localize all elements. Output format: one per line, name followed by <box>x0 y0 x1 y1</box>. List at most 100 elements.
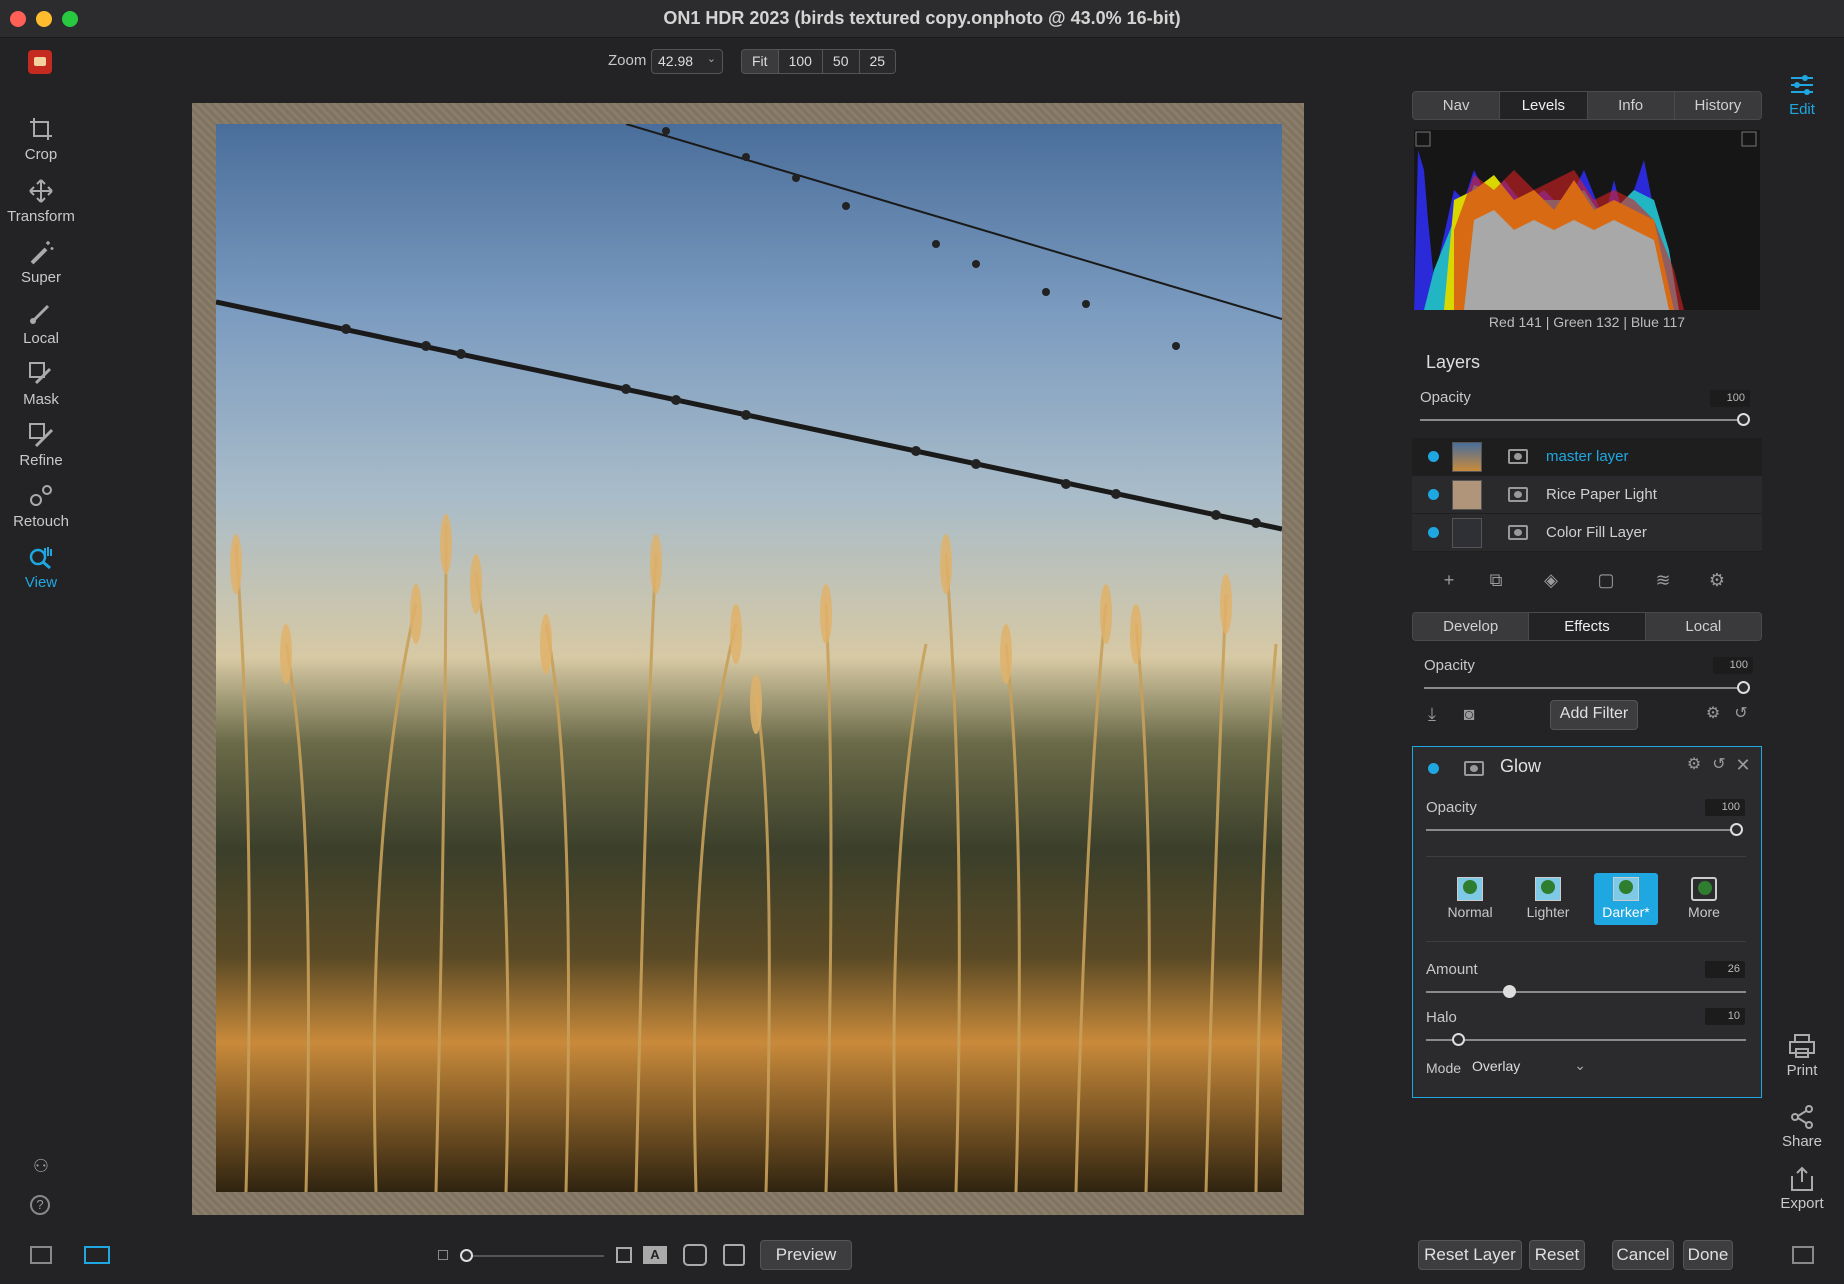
toggle-left-panel-icon[interactable] <box>30 1246 52 1264</box>
overlay-text-icon[interactable]: A <box>643 1246 667 1264</box>
zoom-50-button[interactable]: 50 <box>822 50 860 73</box>
layer-mask-icon[interactable] <box>1508 487 1528 502</box>
user-icon[interactable]: ⚇ <box>30 1155 52 1177</box>
visibility-dot-icon[interactable] <box>1428 527 1439 538</box>
tool-super[interactable]: Super <box>0 239 82 286</box>
tool-crop-label: Crop <box>24 146 58 163</box>
image-canvas[interactable] <box>192 103 1304 1215</box>
duplicate-layer-icon[interactable]: ⧉ <box>1485 569 1507 591</box>
glow-halo-slider[interactable] <box>1426 1039 1746 1041</box>
print-button[interactable]: Print <box>1772 1033 1832 1079</box>
layer-name: Color Fill Layer <box>1546 524 1647 541</box>
glow-amount-slider[interactable] <box>1426 991 1746 993</box>
glow-mask-icon[interactable] <box>1464 761 1484 776</box>
zoom-100-button[interactable]: 100 <box>778 50 823 73</box>
tree-thumbnail-icon <box>1457 877 1483 901</box>
blend-lighter-button[interactable]: Lighter <box>1516 873 1580 925</box>
glow-opacity-thumb[interactable] <box>1730 823 1743 836</box>
share-button[interactable]: Share <box>1772 1104 1832 1150</box>
tool-transform[interactable]: Transform <box>0 178 82 225</box>
add-layer-icon[interactable]: + <box>1438 569 1460 591</box>
glow-mode-select[interactable]: Overlay ⌄ <box>1472 1057 1592 1078</box>
glow-visibility-dot-icon[interactable] <box>1428 763 1439 774</box>
visibility-dot-icon[interactable] <box>1428 489 1439 500</box>
layer-row-rice-paper[interactable]: Rice Paper Light <box>1412 476 1762 514</box>
large-thumbnail-icon[interactable] <box>616 1247 632 1263</box>
layer-thumbnail <box>1452 480 1482 510</box>
blend-more-button[interactable]: More <box>1672 873 1736 925</box>
tab-history[interactable]: History <box>1675 92 1761 119</box>
zoom-25-button[interactable]: 25 <box>859 50 896 73</box>
brush-size-thumb[interactable] <box>460 1249 473 1262</box>
glow-opacity-slider[interactable] <box>1426 829 1736 831</box>
tab-local[interactable]: Local <box>1646 613 1761 640</box>
layers-opacity-value[interactable]: 100 <box>1710 390 1750 407</box>
done-button[interactable]: Done <box>1683 1240 1733 1270</box>
tool-view[interactable]: View <box>0 544 82 591</box>
tool-mask[interactable]: Mask <box>0 361 82 408</box>
compare-icon[interactable] <box>723 1244 745 1266</box>
tool-refine[interactable]: Refine <box>0 422 82 469</box>
mask-view-icon[interactable] <box>683 1244 707 1266</box>
visibility-dot-icon[interactable] <box>1428 451 1439 462</box>
new-document-icon[interactable]: ▢ <box>1595 569 1617 591</box>
tool-retouch[interactable]: Retouch <box>0 483 82 530</box>
tab-effects[interactable]: Effects <box>1529 613 1646 640</box>
layer-mask-icon[interactable] <box>1508 525 1528 540</box>
tab-levels[interactable]: Levels <box>1500 92 1588 119</box>
toggle-right-panel-icon[interactable] <box>1792 1246 1814 1264</box>
blend-normal-button[interactable]: Normal <box>1438 873 1502 925</box>
layers-opacity-thumb[interactable] <box>1737 413 1750 426</box>
merge-layers-icon[interactable]: ≋ <box>1652 569 1674 591</box>
add-filter-button[interactable]: Add Filter <box>1550 700 1638 730</box>
printer-icon <box>1789 1034 1815 1058</box>
effects-gear-icon[interactable]: ⚙ <box>1702 703 1724 725</box>
help-icon[interactable]: ? <box>30 1195 50 1215</box>
zoom-select[interactable]: 42.98 ⌄ <box>651 49 723 74</box>
tool-local-label: Local <box>23 330 59 347</box>
brush-size-slider[interactable] <box>466 1255 604 1257</box>
edit-mode-button[interactable]: Edit <box>1772 72 1832 118</box>
glow-amount-value[interactable]: 26 <box>1705 961 1745 978</box>
glow-title: Glow <box>1500 756 1542 776</box>
reset-layer-button[interactable]: Reset Layer <box>1418 1240 1522 1270</box>
photo[interactable] <box>216 124 1282 1192</box>
effects-opacity-value[interactable]: 100 <box>1713 657 1753 674</box>
mask-icon[interactable]: ◙ <box>1458 703 1480 725</box>
layer-row-master[interactable]: master layer <box>1412 438 1762 476</box>
layer-mask-icon[interactable] <box>1508 449 1528 464</box>
import-preset-icon[interactable]: ⤓ <box>1421 703 1443 725</box>
layers-opacity-slider[interactable] <box>1420 419 1744 421</box>
tool-crop[interactable]: Crop <box>0 116 82 163</box>
glow-reset-icon[interactable]: ↺ <box>1708 754 1730 776</box>
fill-layer-icon[interactable]: ◈ <box>1540 569 1562 591</box>
export-button[interactable]: Export <box>1772 1166 1832 1212</box>
tool-local[interactable]: Local <box>0 300 82 347</box>
single-view-icon[interactable] <box>84 1246 110 1264</box>
glow-close-icon[interactable]: ✕ <box>1732 754 1754 776</box>
glow-opacity-value[interactable]: 100 <box>1705 799 1745 816</box>
tab-develop[interactable]: Develop <box>1413 613 1530 640</box>
reset-button[interactable]: Reset <box>1529 1240 1585 1270</box>
small-thumbnail-icon[interactable] <box>438 1250 448 1260</box>
brush-icon <box>30 304 50 324</box>
app-logo-icon[interactable] <box>28 50 52 74</box>
glow-halo-value[interactable]: 10 <box>1705 1008 1745 1025</box>
tool-refine-label: Refine <box>19 452 63 469</box>
tab-info[interactable]: Info <box>1588 92 1675 119</box>
layer-settings-gear-icon[interactable]: ⚙ <box>1706 569 1728 591</box>
tab-nav[interactable]: Nav <box>1413 92 1501 119</box>
effects-opacity-thumb[interactable] <box>1737 681 1750 694</box>
cancel-button[interactable]: Cancel <box>1612 1240 1674 1270</box>
edit-label: Edit <box>1789 101 1815 118</box>
layer-row-color-fill[interactable]: Color Fill Layer <box>1412 514 1762 552</box>
blend-darker-button[interactable]: Darker* <box>1594 873 1658 925</box>
preview-button[interactable]: Preview <box>760 1240 852 1270</box>
zoom-fit-button[interactable]: Fit <box>742 50 779 73</box>
layer-name: Rice Paper Light <box>1546 486 1657 503</box>
glow-gear-icon[interactable]: ⚙ <box>1683 754 1705 776</box>
layer-thumbnail <box>1452 518 1482 548</box>
effects-reset-icon[interactable]: ↺ <box>1730 703 1752 725</box>
effects-opacity-slider[interactable] <box>1424 687 1744 689</box>
glow-halo-thumb[interactable] <box>1452 1033 1465 1046</box>
